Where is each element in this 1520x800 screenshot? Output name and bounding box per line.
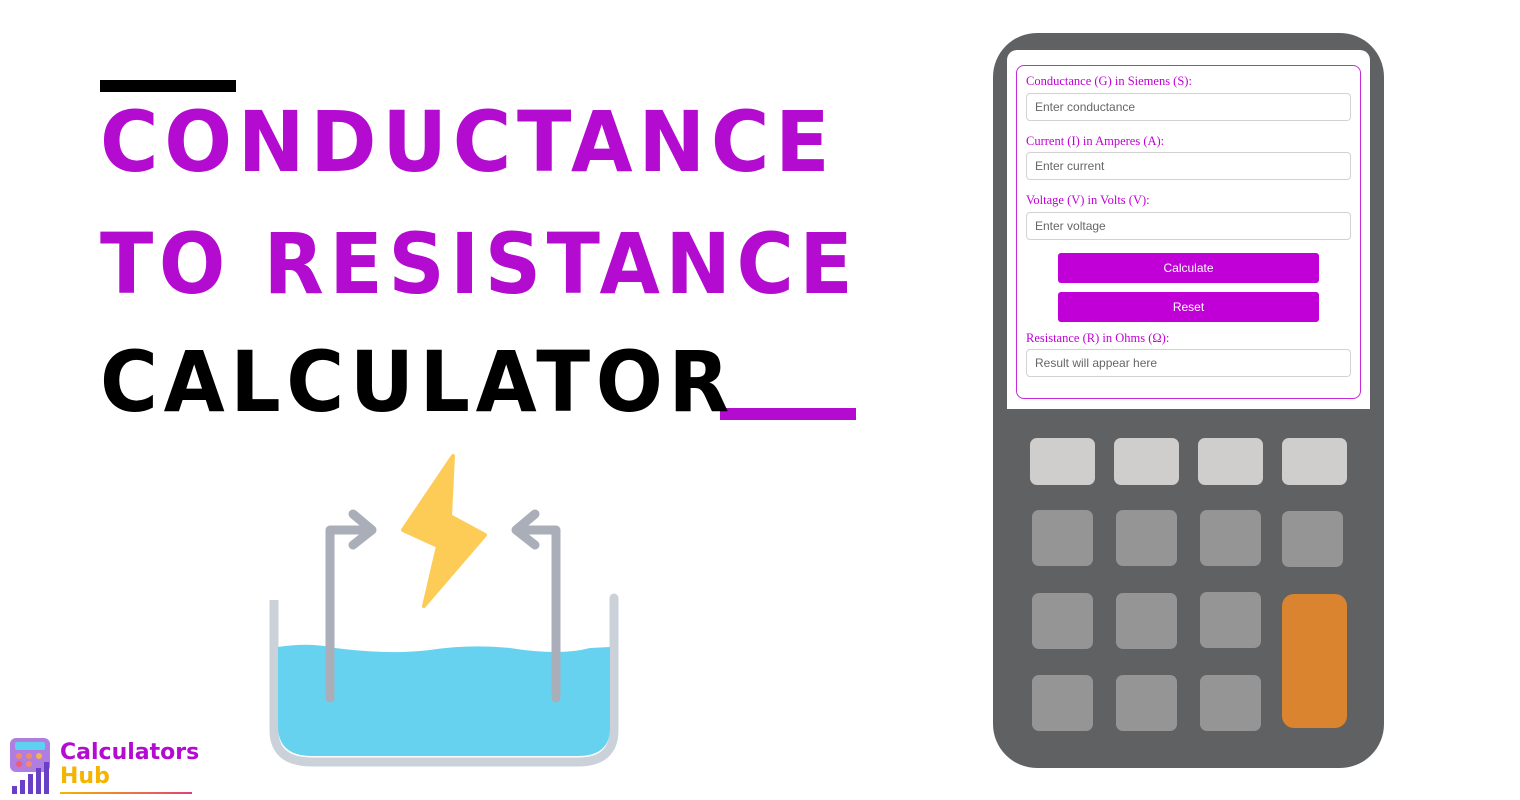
calculator-logo-icon [10, 738, 50, 794]
keypad-key[interactable] [1200, 675, 1261, 731]
conductance-label: Conductance (G) in Siemens (S): [1026, 74, 1192, 88]
conductivity-illustration [269, 454, 619, 767]
beaker-icon [269, 593, 619, 767]
keypad-key[interactable] [1030, 438, 1095, 485]
calculate-button[interactable]: Calculate [1058, 253, 1319, 283]
reset-button[interactable]: Reset [1058, 292, 1319, 322]
conductance-input[interactable] [1026, 93, 1351, 121]
keypad-key[interactable] [1198, 438, 1263, 485]
keypad-key[interactable] [1032, 510, 1093, 566]
logo-underline [60, 792, 192, 794]
voltage-label: Voltage (V) in Volts (V): [1026, 193, 1150, 207]
keypad-key[interactable] [1116, 593, 1177, 649]
headline-line-2: to Resistance [100, 215, 859, 313]
keypad-key[interactable] [1032, 593, 1093, 649]
keypad-key[interactable] [1282, 511, 1343, 567]
keypad-key[interactable] [1116, 675, 1177, 731]
headline-top-bar [100, 80, 236, 92]
resistance-result-field[interactable] [1026, 349, 1351, 377]
headline-underline-bar [720, 408, 856, 420]
lightning-bolt-icon [401, 454, 487, 608]
keypad-key-equals[interactable] [1282, 594, 1347, 728]
calculators-hub-logo[interactable]: Calculators Hub [6, 736, 200, 798]
keypad-key[interactable] [1116, 510, 1177, 566]
keypad-key[interactable] [1200, 592, 1261, 648]
headline-line-3: Calculator [100, 333, 735, 431]
calculator-form: Conductance (G) in Siemens (S): Current … [1016, 65, 1361, 399]
logo-text-hub: Hub [60, 764, 110, 789]
headline-line-1: Conductance [100, 93, 836, 191]
current-input[interactable] [1026, 152, 1351, 180]
current-label: Current (I) in Amperes (A): [1026, 134, 1165, 148]
voltage-input[interactable] [1026, 212, 1351, 240]
logo-text-calculators: Calculators [60, 740, 200, 765]
keypad-key[interactable] [1200, 510, 1261, 566]
keypad-key[interactable] [1114, 438, 1179, 485]
keypad-key[interactable] [1032, 675, 1093, 731]
resistance-label: Resistance (R) in Ohms (Ω): [1026, 331, 1170, 345]
keypad-key[interactable] [1282, 438, 1347, 485]
